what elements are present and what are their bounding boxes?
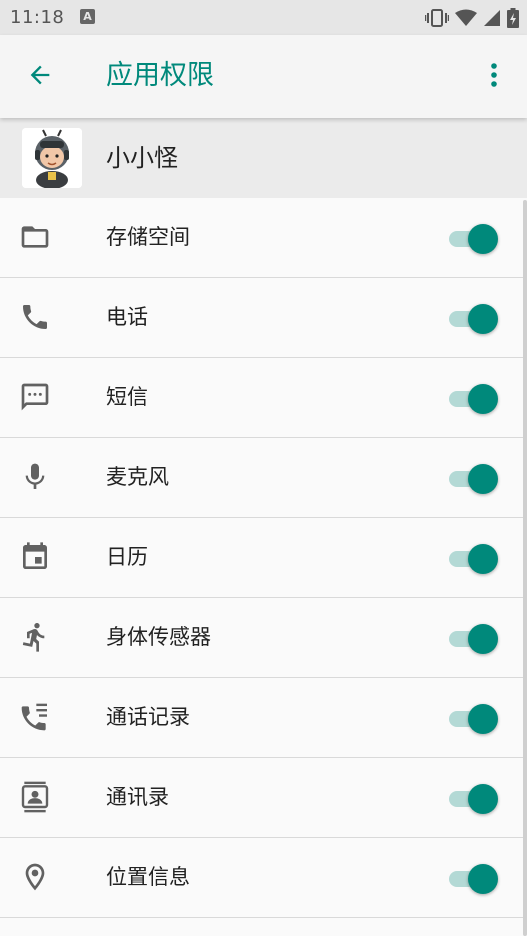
permission-toggle[interactable] xyxy=(449,622,499,654)
status-bar: 11:18 A xyxy=(0,0,527,35)
folder-icon xyxy=(18,220,52,254)
notification-icon: A xyxy=(80,9,95,24)
app-name: 小小怪 xyxy=(106,144,178,172)
back-button[interactable] xyxy=(22,59,58,95)
sms-icon xyxy=(18,380,52,414)
permission-label: 存储空间 xyxy=(106,225,190,249)
app-bar: 应用权限 xyxy=(0,35,527,118)
system-icons xyxy=(425,8,519,28)
battery-icon xyxy=(507,8,519,28)
arrow-back-icon xyxy=(26,61,54,93)
permission-toggle[interactable] xyxy=(449,462,499,494)
permission-toggle[interactable] xyxy=(449,382,499,414)
permission-label: 麦克风 xyxy=(106,465,169,489)
permission-label: 电话 xyxy=(106,305,148,329)
app-header: 小小怪 xyxy=(0,118,527,198)
microphone-icon xyxy=(18,460,52,494)
contacts-icon xyxy=(18,780,52,814)
call-log-icon xyxy=(18,700,52,734)
location-icon xyxy=(18,860,52,894)
permission-row-contacts[interactable]: 通讯录 xyxy=(0,758,527,838)
scrollbar[interactable] xyxy=(523,200,527,936)
permission-toggle[interactable] xyxy=(449,782,499,814)
more-options-button[interactable] xyxy=(479,59,509,95)
permission-label: 短信 xyxy=(106,385,148,409)
vibrate-icon xyxy=(425,8,449,28)
permission-row-location[interactable]: 位置信息 xyxy=(0,838,527,918)
phone-icon xyxy=(18,300,52,334)
permission-row-phone[interactable]: 电话 xyxy=(0,278,527,358)
permission-row-sms[interactable]: 短信 xyxy=(0,358,527,438)
permission-toggle[interactable] xyxy=(449,222,499,254)
permission-label: 身体传感器 xyxy=(106,625,211,649)
permission-label: 位置信息 xyxy=(106,865,190,889)
signal-icon xyxy=(483,9,501,27)
page-title: 应用权限 xyxy=(106,60,214,91)
permission-row-calendar[interactable]: 日历 xyxy=(0,518,527,598)
permission-label: 日历 xyxy=(106,545,148,569)
more-vert-icon xyxy=(490,62,498,92)
status-time: 11:18 xyxy=(10,7,65,28)
permission-toggle[interactable] xyxy=(449,862,499,894)
permission-toggle[interactable] xyxy=(449,542,499,574)
permission-list: 存储空间 电话 短信 麦克风 日历 身体传感器 通话记录 通讯录 位置信息 xyxy=(0,198,527,918)
permission-row-call-log[interactable]: 通话记录 xyxy=(0,678,527,758)
permission-toggle[interactable] xyxy=(449,302,499,334)
app-avatar xyxy=(22,128,82,188)
permission-row-storage[interactable]: 存储空间 xyxy=(0,198,527,278)
permission-row-microphone[interactable]: 麦克风 xyxy=(0,438,527,518)
permission-row-body-sensors[interactable]: 身体传感器 xyxy=(0,598,527,678)
permission-toggle[interactable] xyxy=(449,702,499,734)
wifi-icon xyxy=(455,9,477,27)
body-sensor-icon xyxy=(18,620,52,654)
permission-label: 通讯录 xyxy=(106,785,169,809)
permission-label: 通话记录 xyxy=(106,705,190,729)
calendar-icon xyxy=(18,540,52,574)
